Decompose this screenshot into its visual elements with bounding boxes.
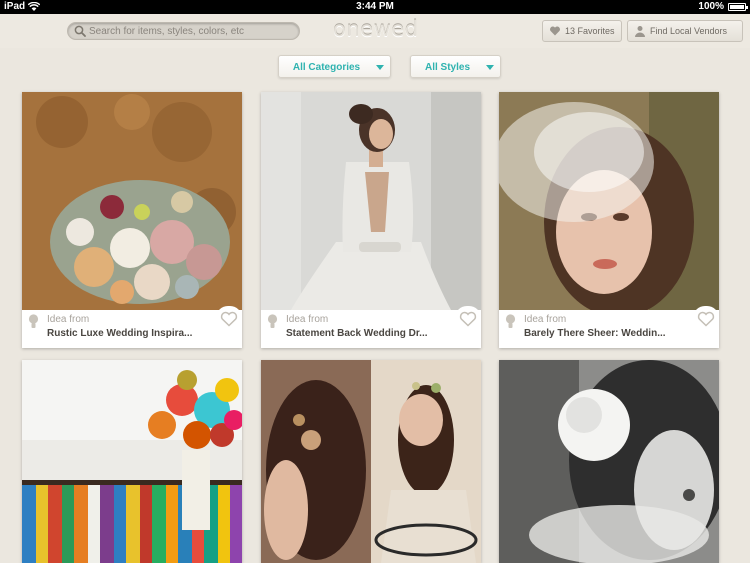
idea-from-label: Idea from (524, 314, 567, 325)
battery-percent: 100% (698, 1, 724, 12)
lightbulb-icon (267, 314, 278, 328)
idea-card[interactable]: Idea from Statement Back Wedding Dr... (261, 92, 481, 348)
favorite-heart-button[interactable] (455, 306, 481, 330)
find-vendors-label: Find Local Vendors (650, 26, 728, 36)
lightbulb-icon (28, 314, 39, 328)
heart-outline-icon (220, 311, 238, 327)
card-caption: Idea from Rustic Luxe Wedding Inspira... (22, 310, 242, 342)
card-title[interactable]: Barely There Sheer: Weddin... (524, 328, 714, 339)
favorite-heart-button[interactable] (693, 306, 719, 330)
heart-outline-icon (697, 311, 715, 327)
bridal-hair-flower-photo[interactable] (499, 360, 719, 563)
idea-card[interactable]: Idea from Barely There Sheer: Weddin... (499, 92, 719, 348)
bridal-hairstyle-photo[interactable] (261, 360, 481, 563)
bouquet-photo[interactable] (22, 92, 242, 310)
person-icon (635, 26, 645, 37)
onewed-logo: onewed (333, 17, 419, 41)
app-header: onewed 13 Favorites Find Local Vendors (0, 14, 750, 48)
idea-card[interactable] (499, 360, 719, 563)
categories-filter[interactable]: All Categories (278, 55, 391, 78)
find-vendors-button[interactable]: Find Local Vendors (627, 20, 743, 42)
styles-filter[interactable]: All Styles (410, 55, 501, 78)
idea-from-label: Idea from (47, 314, 90, 325)
favorite-heart-button[interactable] (216, 306, 242, 330)
lightbulb-icon (505, 314, 516, 328)
idea-from-label: Idea from (286, 314, 329, 325)
clock: 3:44 PM (356, 1, 394, 12)
heart-icon (550, 26, 560, 36)
paper-flower-bouquet-photo[interactable] (22, 360, 242, 563)
bridal-veil-photo[interactable] (499, 92, 719, 310)
search-bar[interactable] (67, 22, 300, 40)
search-input[interactable] (89, 23, 294, 39)
wedding-dress-photo[interactable] (261, 92, 481, 310)
card-title[interactable]: Statement Back Wedding Dr... (286, 328, 476, 339)
search-icon (74, 25, 86, 37)
categories-filter-label: All Categories (292, 62, 361, 73)
chevron-down-icon (376, 65, 384, 70)
battery-icon (728, 3, 748, 11)
card-caption: Idea from Barely There Sheer: Weddin... (499, 310, 719, 342)
chevron-down-icon (486, 65, 494, 70)
idea-card[interactable]: Idea from Rustic Luxe Wedding Inspira... (22, 92, 242, 348)
heart-outline-icon (459, 311, 477, 327)
idea-card[interactable] (22, 360, 242, 563)
card-caption: Idea from Statement Back Wedding Dr... (261, 310, 481, 342)
idea-card[interactable] (261, 360, 481, 563)
styles-filter-label: All Styles (424, 62, 471, 73)
card-title[interactable]: Rustic Luxe Wedding Inspira... (47, 328, 237, 339)
favorites-label: 13 Favorites (565, 26, 615, 36)
favorites-button[interactable]: 13 Favorites (542, 20, 622, 42)
status-bar: iPad 3:44 PM 100% (0, 0, 750, 14)
